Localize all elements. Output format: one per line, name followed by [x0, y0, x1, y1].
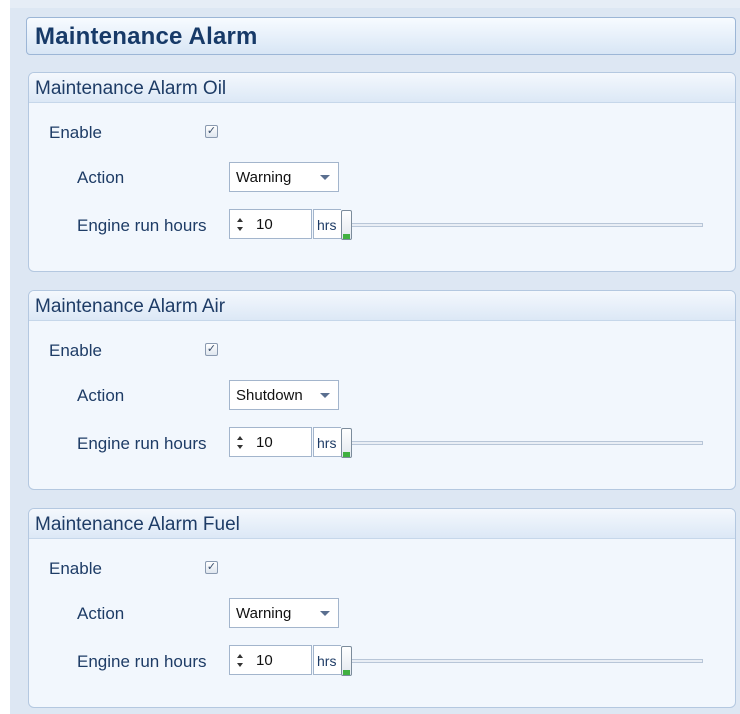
group-title: Maintenance Alarm Oil — [35, 78, 227, 99]
spin-down-arrow-icon[interactable] — [237, 663, 243, 667]
enable-checkbox[interactable]: ✓ — [205, 343, 218, 356]
engine-run-hours-value: 10 — [256, 652, 273, 669]
hours-unit-box: hrs — [313, 645, 341, 675]
engine-run-hours-slider-track[interactable] — [351, 659, 703, 663]
page-title: Maintenance Alarm — [35, 23, 258, 50]
engine-run-hours-slider-thumb[interactable] — [341, 428, 352, 458]
enable-label: Enable — [49, 559, 102, 578]
spin-up-arrow-icon[interactable] — [237, 436, 243, 440]
engine-run-hours-spinner[interactable]: 10 — [229, 427, 312, 457]
action-select[interactable]: Shutdown — [229, 380, 339, 410]
enable-label: Enable — [49, 341, 102, 360]
spin-down-arrow-icon[interactable] — [237, 445, 243, 449]
engine-run-hours-value: 10 — [256, 216, 273, 233]
hours-unit-box: hrs — [313, 427, 341, 457]
chevron-down-icon — [320, 393, 330, 398]
slider-thumb-indicator — [343, 670, 350, 675]
engine-run-hours-value: 10 — [256, 434, 273, 451]
slider-thumb-indicator — [343, 234, 350, 239]
hours-unit-label: hrs — [317, 653, 337, 669]
action-label: Action — [77, 604, 125, 623]
top-strip — [10, 0, 740, 8]
action-select-value: Warning — [236, 605, 292, 622]
action-select-value: Shutdown — [236, 387, 303, 404]
engine-run-hours-slider-track[interactable] — [351, 441, 703, 445]
engine-run-hours-slider-thumb[interactable] — [341, 646, 352, 676]
group-title: Maintenance Alarm Fuel — [35, 514, 240, 535]
slider-thumb-indicator — [343, 452, 350, 457]
group-header: Maintenance Alarm Oil — [29, 73, 735, 103]
chevron-down-icon — [320, 175, 330, 180]
group-maintenance-alarm-oil: Maintenance Alarm Oil Enable ✓ Action Wa… — [28, 72, 736, 272]
spin-up-arrow-icon[interactable] — [237, 218, 243, 222]
enable-label: Enable — [49, 123, 102, 142]
action-label: Action — [77, 168, 125, 187]
engine-run-hours-spinner[interactable]: 10 — [229, 209, 312, 239]
group-header: Maintenance Alarm Fuel — [29, 509, 735, 539]
enable-checkbox[interactable]: ✓ — [205, 561, 218, 574]
hours-unit-label: hrs — [317, 435, 337, 451]
group-maintenance-alarm-fuel: Maintenance Alarm Fuel Enable ✓ Action W… — [28, 508, 736, 708]
action-select-value: Warning — [236, 169, 292, 186]
engine-run-hours-label: Engine run hours — [77, 652, 207, 671]
action-select[interactable]: Warning — [229, 598, 339, 628]
group-maintenance-alarm-air: Maintenance Alarm Air Enable ✓ Action Sh… — [28, 290, 736, 490]
page-header: Maintenance Alarm — [26, 17, 736, 55]
engine-run-hours-slider-track[interactable] — [351, 223, 703, 227]
group-title: Maintenance Alarm Air — [35, 296, 226, 317]
action-select[interactable]: Warning — [229, 162, 339, 192]
chevron-down-icon — [320, 611, 330, 616]
engine-run-hours-label: Engine run hours — [77, 216, 207, 235]
engine-run-hours-spinner[interactable]: 10 — [229, 645, 312, 675]
engine-run-hours-label: Engine run hours — [77, 434, 207, 453]
spin-down-arrow-icon[interactable] — [237, 227, 243, 231]
engine-run-hours-slider-thumb[interactable] — [341, 210, 352, 240]
spin-up-arrow-icon[interactable] — [237, 654, 243, 658]
group-header: Maintenance Alarm Air — [29, 291, 735, 321]
hours-unit-box: hrs — [313, 209, 341, 239]
maintenance-alarm-window: Maintenance Alarm Maintenance Alarm Oil … — [10, 0, 740, 714]
hours-unit-label: hrs — [317, 217, 337, 233]
action-label: Action — [77, 386, 125, 405]
enable-checkbox[interactable]: ✓ — [205, 125, 218, 138]
